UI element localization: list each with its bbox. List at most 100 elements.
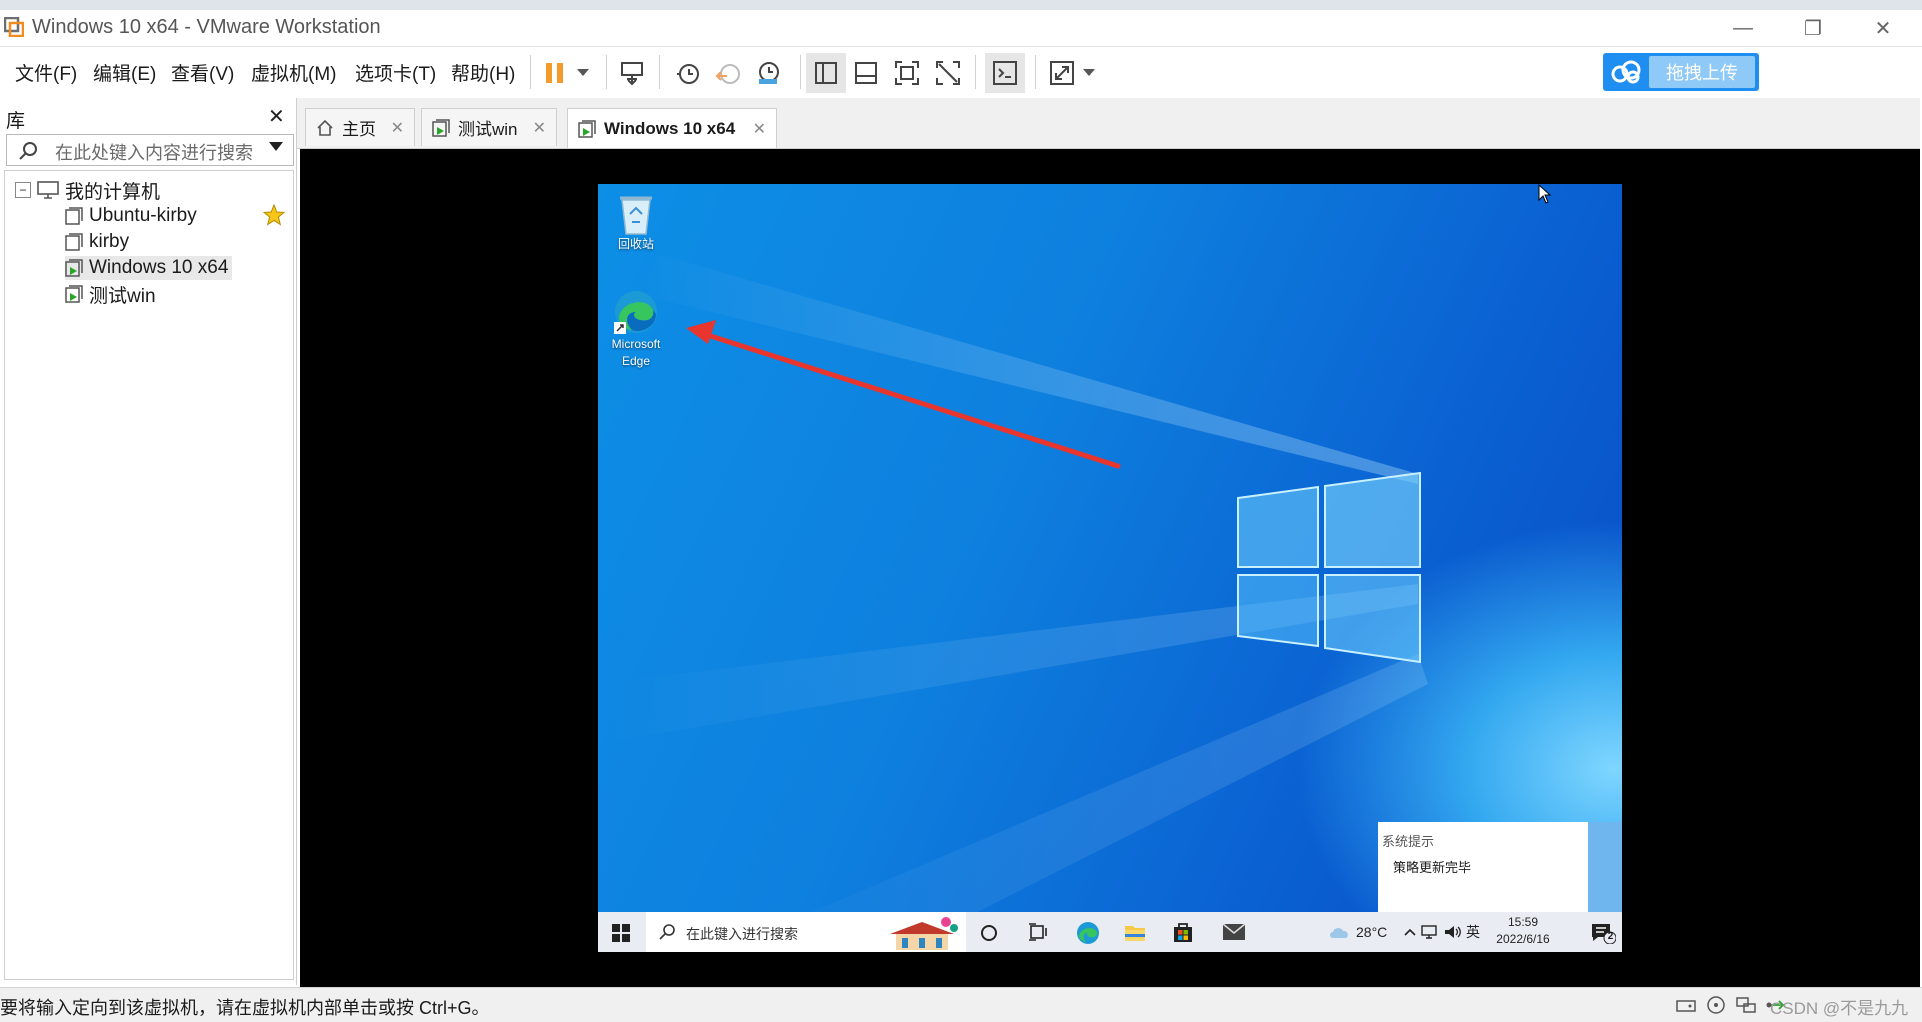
toolbar-separator <box>1035 55 1036 89</box>
menu-tabs[interactable]: 选项卡(T) <box>355 59 436 86</box>
network-adapter-icon[interactable] <box>1735 995 1757 1020</box>
favorite-star-icon[interactable] <box>262 203 286 231</box>
library-search-placeholder: 在此处键入内容进行搜索 <box>55 143 253 163</box>
notification-count: 2 <box>1607 931 1614 942</box>
tree-vm-test-win[interactable]: 测试win <box>65 282 156 307</box>
tab-windows10[interactable]: Windows 10 x64 ✕ <box>567 108 777 148</box>
tab-close-icon[interactable]: ✕ <box>391 118 404 138</box>
snapshot-icon[interactable] <box>668 53 708 93</box>
drag-upload-label: 拖拽上传 <box>1649 56 1755 88</box>
action-center-icon[interactable]: 2 <box>1590 922 1617 949</box>
search-dropdown-icon[interactable] <box>269 139 283 157</box>
full-screen-icon[interactable] <box>887 53 927 93</box>
tab-home[interactable]: 主页 ✕ <box>305 108 415 146</box>
cd-dvd-icon[interactable] <box>1705 995 1727 1020</box>
toolbar-separator <box>975 55 976 89</box>
show-hidden-icons-chevron[interactable] <box>1404 912 1416 952</box>
tree-vm-kirby[interactable]: kirby <box>65 230 129 254</box>
minimize-button[interactable]: — <box>1713 12 1773 44</box>
library-panel: 库 ✕ 在此处键入内容进行搜索 − 我的计算机 Ubuntu-kirby kir… <box>0 98 297 985</box>
tab-close-icon[interactable]: ✕ <box>753 119 766 139</box>
close-window-button[interactable]: ✕ <box>1853 12 1913 44</box>
drag-upload-button[interactable]: 拖拽上传 <box>1603 53 1759 91</box>
cloud-upload-icon <box>1603 53 1649 91</box>
start-button-icon[interactable] <box>612 924 630 947</box>
stretch-dropdown-icon[interactable] <box>1074 53 1104 93</box>
recycle-bin-icon <box>598 192 674 236</box>
window-title: Windows 10 x64 - VMware Workstation <box>32 16 381 38</box>
network-icon[interactable] <box>1421 912 1439 952</box>
menu-edit[interactable]: 编辑(E) <box>93 59 156 86</box>
search-highlight-illustration <box>884 914 960 952</box>
desktop-icon-recycle-bin[interactable]: 回收站 <box>598 192 674 253</box>
tab-bar: 主页 ✕ 测试win ✕ Windows 10 x64 ✕ <box>297 98 1920 149</box>
toolbar-separator <box>530 55 531 89</box>
menu-toolbar: 文件(F) 编辑(E) 查看(V) 虚拟机(M) 选项卡(T) 帮助(H) 拖拽… <box>0 47 1922 98</box>
hard-disk-icon[interactable] <box>1675 995 1697 1020</box>
running-vm-icon <box>578 119 596 138</box>
home-icon <box>316 119 334 137</box>
library-close-icon[interactable]: ✕ <box>268 104 285 129</box>
console-view-icon[interactable] <box>985 53 1025 93</box>
taskbar-search-icon <box>658 923 676 946</box>
tab-label: 测试win <box>458 120 518 139</box>
search-icon <box>17 140 39 167</box>
tree-vm-ubuntu-kirby[interactable]: Ubuntu-kirby <box>65 204 197 228</box>
csdn-watermark: CSDN @不是九九 <box>1770 999 1909 1018</box>
tab-close-icon[interactable]: ✕ <box>533 118 546 138</box>
desktop-icon-edge[interactable]: Microsoft Edge <box>598 288 674 370</box>
running-vm-icon <box>65 259 83 277</box>
guest-desktop[interactable]: 回收站 Microsoft Edge 系统提示 策略更新完毕 在此键入进行搜索 <box>598 184 1622 952</box>
microsoft-store-icon[interactable] <box>1172 921 1194 948</box>
library-tree: − 我的计算机 Ubuntu-kirby kirby Windows 10 x6… <box>4 170 294 980</box>
menu-help[interactable]: 帮助(H) <box>451 59 515 86</box>
running-vm-icon <box>65 285 83 303</box>
tab-test-win[interactable]: 测试win ✕ <box>421 108 557 146</box>
recycle-bin-label: 回收站 <box>617 237 654 251</box>
menu-view[interactable]: 查看(V) <box>171 59 234 86</box>
collapse-icon[interactable]: − <box>15 182 31 198</box>
edge-label-line1: Microsoft <box>611 337 661 351</box>
vmware-app-icon <box>3 16 25 38</box>
volume-icon[interactable] <box>1444 912 1462 952</box>
revert-snapshot-icon[interactable] <box>708 53 748 93</box>
toolbar-separator <box>800 55 801 89</box>
thumbnail-bar-icon[interactable] <box>846 53 886 93</box>
snapshot-manager-icon[interactable] <box>748 53 788 93</box>
send-ctrl-alt-del-icon[interactable] <box>612 53 652 93</box>
toolbar-separator <box>659 55 660 89</box>
input-method-indicator[interactable]: 英 <box>1466 912 1480 952</box>
tree-node-my-computer[interactable]: − 我的计算机 <box>15 178 161 203</box>
weather-widget[interactable]: 28°C <box>1328 912 1387 952</box>
unity-mode-icon[interactable] <box>928 53 968 93</box>
vm-label: Windows 10 x64 <box>89 257 229 278</box>
weather-temp: 28°C <box>1356 924 1388 940</box>
mail-icon[interactable] <box>1222 923 1246 946</box>
status-message: 要将输入定向到该虚拟机，请在虚拟机内部单击或按 Ctrl+G。 <box>0 998 490 1018</box>
tree-root-label: 我的计算机 <box>65 181 161 203</box>
show-library-icon[interactable] <box>806 53 846 93</box>
notification-title: 系统提示 <box>1382 834 1435 849</box>
system-notification[interactable]: 系统提示 策略更新完毕 <box>1378 822 1622 918</box>
library-search-input[interactable]: 在此处键入内容进行搜索 <box>6 134 294 166</box>
cortana-icon[interactable] <box>980 924 998 947</box>
restore-button[interactable]: ❐ <box>1783 12 1843 44</box>
edge-label-line2: Edge <box>621 354 651 368</box>
taskbar-edge-icon[interactable] <box>1076 921 1100 950</box>
notification-accent <box>1588 822 1622 918</box>
vm-label: kirby <box>89 231 130 252</box>
tree-vm-windows10-selected[interactable]: Windows 10 x64 <box>65 256 233 280</box>
screen-top-strip <box>0 0 1922 10</box>
notification-body: 策略更新完毕 <box>1393 860 1472 875</box>
menu-vm[interactable]: 虚拟机(M) <box>251 59 336 86</box>
vm-icon <box>65 207 83 225</box>
pause-dropdown-icon[interactable] <box>568 53 598 93</box>
tab-label: 主页 <box>342 120 376 139</box>
taskbar-clock[interactable]: 15:59 2022/6/16 <box>1488 914 1558 948</box>
library-header: 库 <box>6 111 26 132</box>
taskbar-search-box[interactable]: 在此键入进行搜索 <box>646 912 966 952</box>
menu-file[interactable]: 文件(F) <box>15 59 77 86</box>
file-explorer-icon[interactable] <box>1124 922 1146 947</box>
task-view-icon[interactable] <box>1028 923 1048 946</box>
windows-logo-icon <box>1237 471 1421 664</box>
